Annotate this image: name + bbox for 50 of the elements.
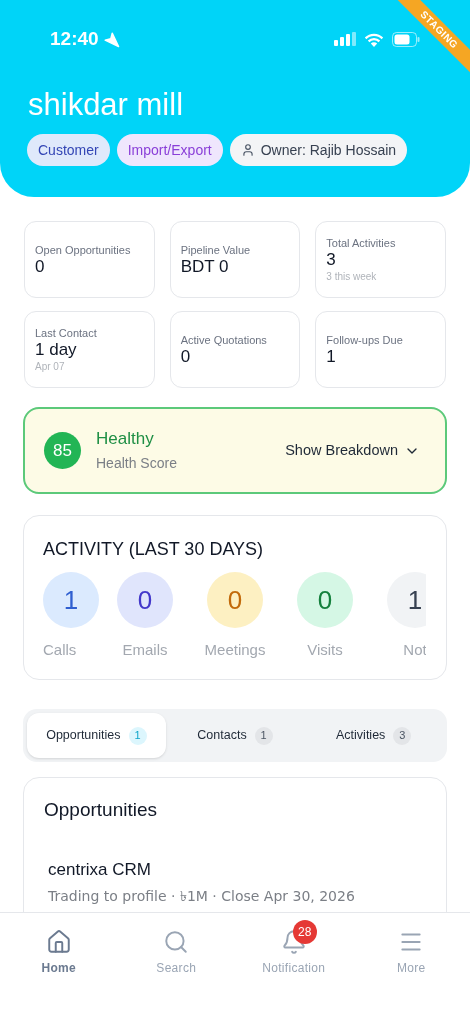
activity-count: 0 [297, 572, 353, 628]
stat-label: Follow-ups Due [326, 332, 404, 347]
tab[interactable]: Opportunities 1 [27, 713, 166, 758]
stat-label: Last Contact [35, 326, 98, 340]
notification-badge: 28 [292, 920, 317, 944]
health-status: Healthy [96, 427, 155, 450]
activity-count: 1 [43, 572, 99, 628]
activity-label: Calls [43, 640, 77, 660]
tab[interactable]: Activities 3 [304, 713, 443, 758]
nav-tab[interactable]: Home [0, 917, 118, 977]
activity-label: Meetings [204, 640, 266, 660]
stat-value: 0 [35, 256, 46, 277]
activity-count: 0 [117, 572, 173, 628]
location-arrow-icon [102, 30, 120, 48]
section-title: Opportunities [44, 798, 158, 822]
nav-tab[interactable]: 28 Notification [235, 917, 353, 977]
stat-value: BDT 0 [180, 256, 230, 277]
company-name: shikdar mill [27, 86, 185, 124]
activity-label: Emails [122, 640, 168, 660]
stat-label: Open Opportunities [35, 242, 132, 257]
owner-chip: Owner: Rajib Hossain [229, 134, 408, 166]
stat-note: 3 this week [326, 270, 378, 283]
person-icon [240, 143, 255, 157]
signal-icon [334, 32, 356, 46]
tag-chip: Import/Export [116, 134, 223, 166]
score-badge: 85 [44, 432, 81, 469]
clock-time: 12:40 [50, 26, 99, 51]
stat-value: 1 [326, 346, 337, 367]
health-caption: Health Score [96, 453, 178, 473]
stat-label: Total Activities [326, 236, 397, 250]
tag-chip: Customer [27, 134, 110, 166]
stat-label: Active Quotations [180, 332, 268, 347]
stat-value: 3 [326, 250, 337, 270]
activity-count: 1 [387, 572, 426, 628]
activity-label: Not [403, 640, 426, 660]
stat-note: Apr 07 [35, 360, 66, 373]
stat-value: 0 [180, 346, 192, 367]
opportunity-name[interactable]: centrixa CRM [48, 859, 446, 881]
activity-title: ACTIVITY (LAST 30 DAYS) [43, 538, 265, 561]
stat-value: 1 day [35, 340, 78, 360]
show-breakdown-button[interactable]: Show Breakdown [285, 439, 420, 462]
opportunity-details: Trading to profile · ৳1M · Close Apr 30, 2026 [48, 887, 356, 906]
activity-count: 0 [207, 572, 263, 628]
wifi-icon [364, 31, 384, 47]
tab[interactable]: Contacts 1 [165, 713, 305, 758]
stat-label: Pipeline Value [180, 242, 252, 257]
activity-label: Visits [307, 640, 343, 660]
home-icon [45, 929, 72, 955]
search-icon [163, 929, 190, 955]
battery-icon [392, 31, 420, 47]
